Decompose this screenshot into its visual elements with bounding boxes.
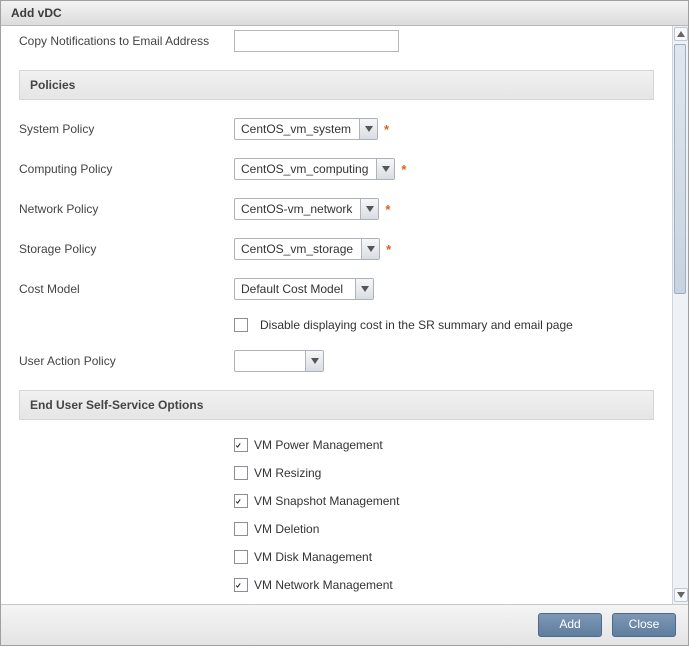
vm-snapshot-checkbox[interactable]	[234, 494, 248, 508]
dropdown-icon	[359, 119, 377, 139]
storage-policy-value: CentOS_vm_storage	[235, 239, 361, 259]
vm-power-checkbox[interactable]	[234, 438, 248, 452]
required-marker: *	[385, 202, 390, 217]
vm-deletion-checkbox[interactable]	[234, 522, 248, 536]
network-policy-row: Network Policy CentOS-vm_network *	[19, 198, 654, 220]
system-policy-row: System Policy CentOS_vm_system *	[19, 118, 654, 140]
scroll-thumb[interactable]	[674, 44, 686, 294]
user-action-value	[235, 351, 305, 371]
dropdown-icon	[355, 279, 373, 299]
dialog-title: Add vDC	[1, 1, 688, 26]
add-vdc-dialog: Add vDC Copy Notifications to Email Addr…	[0, 0, 689, 646]
user-action-label: User Action Policy	[19, 354, 234, 368]
user-action-select[interactable]	[234, 350, 324, 372]
vm-resizing-checkbox[interactable]	[234, 466, 248, 480]
scroll-down-icon[interactable]	[674, 588, 688, 602]
disable-cost-label: Disable displaying cost in the SR summar…	[260, 318, 573, 332]
copy-email-label: Copy Notifications to Email Address	[19, 34, 234, 48]
vm-deletion-label: VM Deletion	[254, 522, 319, 536]
vm-disk-checkbox[interactable]	[234, 550, 248, 564]
disable-cost-checkbox[interactable]	[234, 318, 248, 332]
vm-disk-label: VM Disk Management	[254, 550, 372, 564]
computing-policy-select[interactable]: CentOS_vm_computing	[234, 158, 395, 180]
copy-email-input[interactable]	[234, 30, 399, 52]
vm-network-checkbox[interactable]	[234, 578, 248, 592]
scroll-up-icon[interactable]	[674, 27, 688, 41]
computing-policy-value: CentOS_vm_computing	[235, 159, 376, 179]
cost-model-value: Default Cost Model	[235, 279, 355, 299]
vm-snapshot-label: VM Snapshot Management	[254, 494, 399, 508]
user-action-row: User Action Policy	[19, 350, 654, 372]
cost-model-row: Cost Model Default Cost Model	[19, 278, 654, 300]
close-button[interactable]: Close	[612, 613, 676, 637]
policies-header: Policies	[19, 70, 654, 100]
disable-cost-row: Disable displaying cost in the SR summar…	[19, 318, 654, 332]
network-policy-value: CentOS-vm_network	[235, 199, 360, 219]
computing-policy-row: Computing Policy CentOS_vm_computing *	[19, 158, 654, 180]
vm-resizing-label: VM Resizing	[254, 466, 321, 480]
cost-model-label: Cost Model	[19, 282, 234, 296]
vm-network-label: VM Network Management	[254, 578, 393, 592]
network-policy-select[interactable]: CentOS-vm_network	[234, 198, 379, 220]
copy-email-row: Copy Notifications to Email Address	[19, 30, 654, 52]
storage-policy-label: Storage Policy	[19, 242, 234, 256]
dropdown-icon	[305, 351, 323, 371]
scrollbar[interactable]	[672, 26, 688, 604]
dropdown-icon	[376, 159, 394, 179]
dialog-body: Copy Notifications to Email Address Poli…	[1, 26, 688, 604]
dropdown-icon	[361, 239, 379, 259]
dropdown-icon	[360, 199, 378, 219]
required-marker: *	[401, 162, 406, 177]
required-marker: *	[384, 122, 389, 137]
system-policy-label: System Policy	[19, 122, 234, 136]
network-policy-label: Network Policy	[19, 202, 234, 216]
vm-power-label: VM Power Management	[254, 438, 383, 452]
dialog-content: Copy Notifications to Email Address Poli…	[1, 26, 672, 604]
self-service-options: VM Power Management VM Resizing VM Snaps…	[19, 438, 654, 604]
cost-model-select[interactable]: Default Cost Model	[234, 278, 374, 300]
storage-policy-select[interactable]: CentOS_vm_storage	[234, 238, 380, 260]
computing-policy-label: Computing Policy	[19, 162, 234, 176]
required-marker: *	[386, 242, 391, 257]
add-button[interactable]: Add	[538, 613, 602, 637]
storage-policy-row: Storage Policy CentOS_vm_storage *	[19, 238, 654, 260]
system-policy-value: CentOS_vm_system	[235, 119, 359, 139]
system-policy-select[interactable]: CentOS_vm_system	[234, 118, 378, 140]
dialog-footer: Add Close	[1, 604, 688, 645]
self-service-header: End User Self-Service Options	[19, 390, 654, 420]
